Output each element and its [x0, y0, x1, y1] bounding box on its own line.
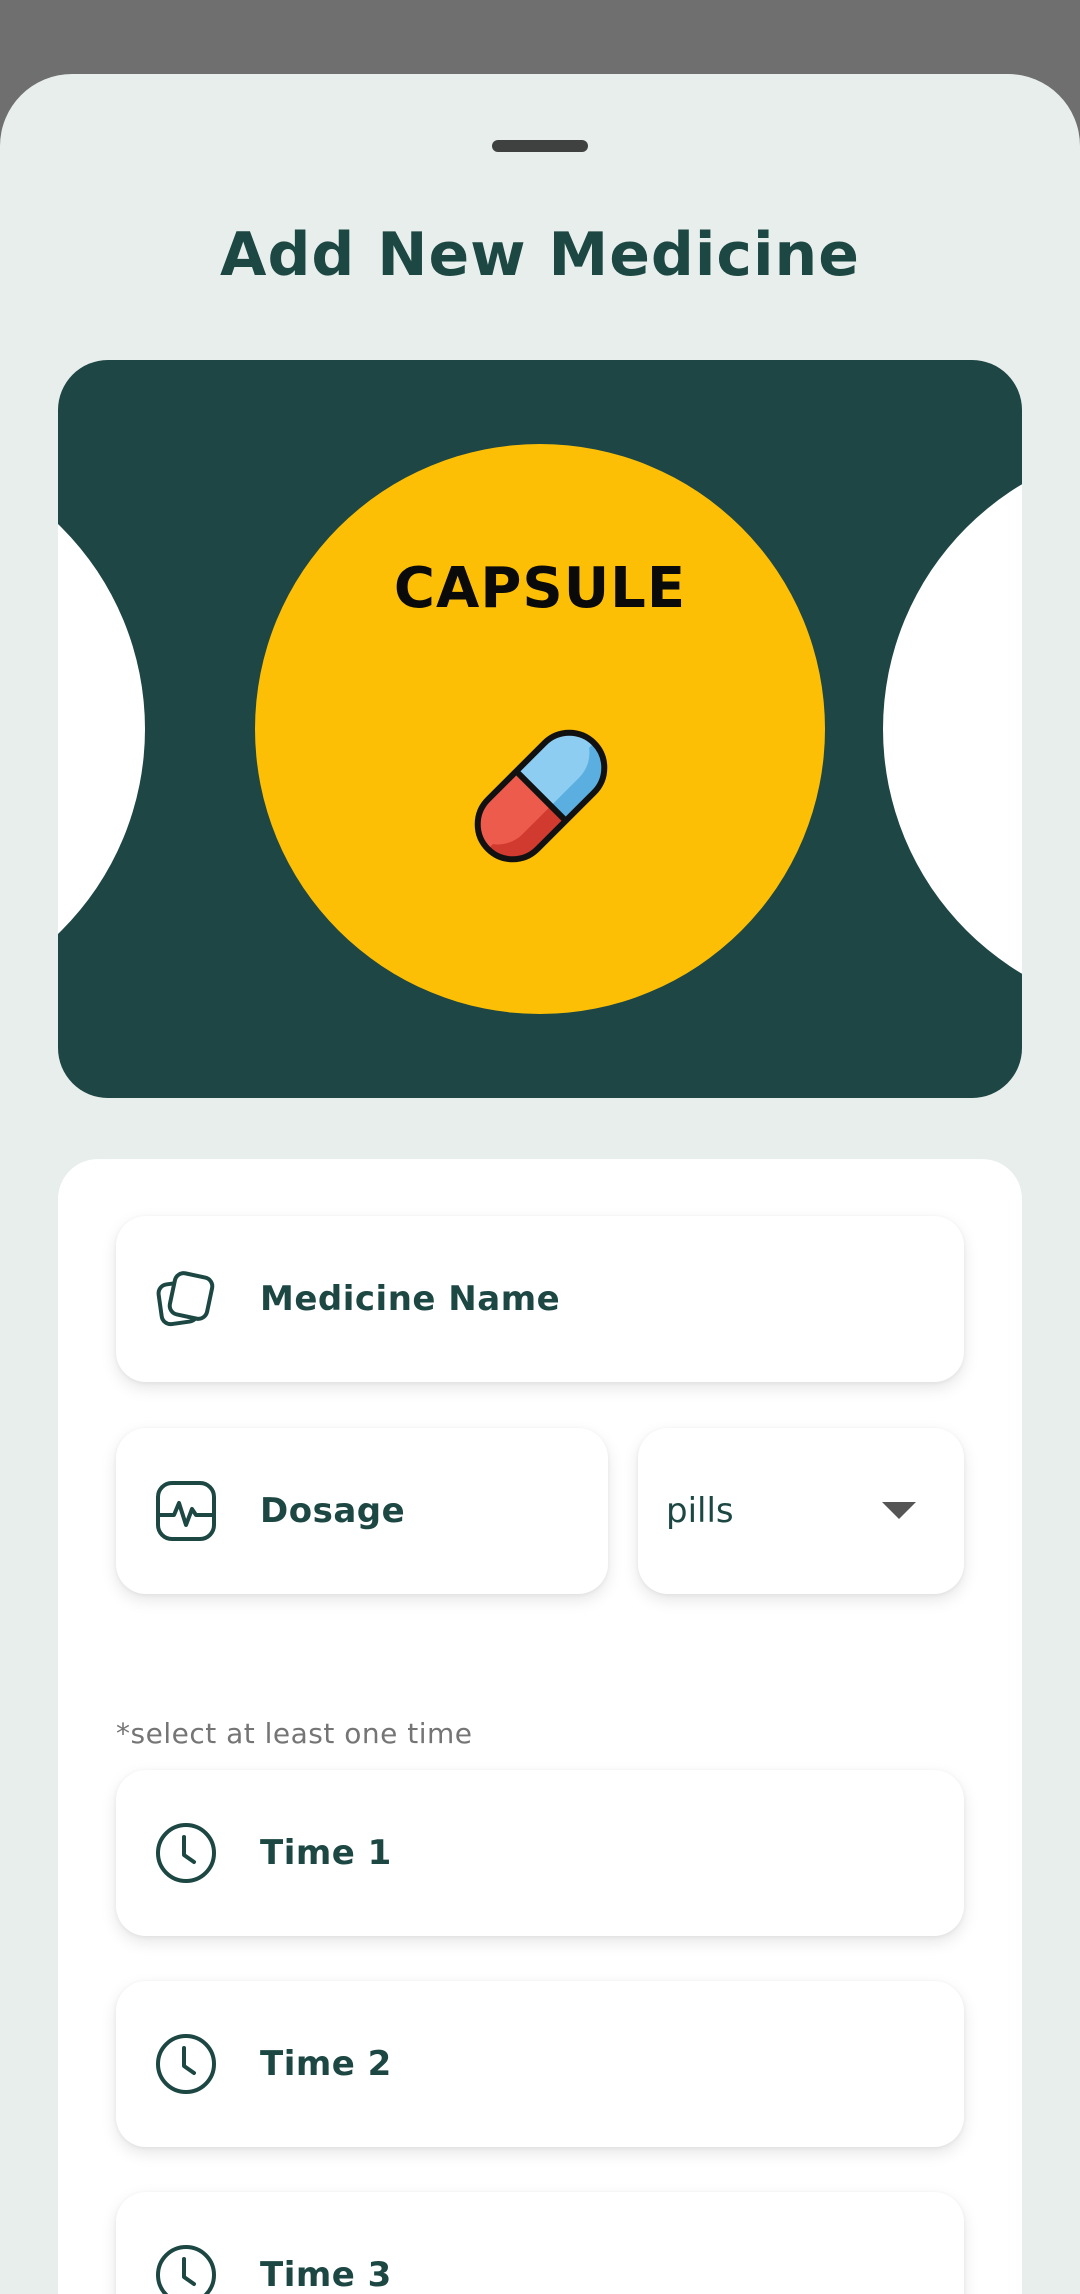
dosage-unit-dropdown[interactable]: pills	[638, 1428, 964, 1594]
previous-type-option[interactable]	[58, 444, 145, 1014]
time-3-field[interactable]: Time 3	[116, 2192, 964, 2294]
page-title: Add New Medicine	[220, 220, 860, 290]
time-hint: *select at least one time	[116, 1717, 473, 1750]
time-2-field[interactable]: Time 2	[116, 1981, 964, 2147]
medicine-name-label: Medicine Name	[260, 1279, 561, 1319]
dosage-label: Dosage	[260, 1491, 406, 1531]
dosage-field[interactable]: Dosage	[116, 1428, 608, 1594]
clock-icon	[156, 2245, 216, 2294]
clock-icon	[156, 2034, 216, 2094]
drag-handle[interactable]	[492, 140, 588, 152]
time-3-label: Time 3	[260, 2255, 392, 2294]
clock-icon	[156, 1823, 216, 1883]
selected-type-label: CAPSULE	[393, 556, 687, 621]
bottom-sheet: Add New Medicine CAPSULE Medicine Name D…	[0, 74, 1080, 2294]
chevron-down-icon	[882, 1502, 916, 1519]
medicine-name-icon	[156, 1271, 215, 1327]
time-2-label: Time 2	[260, 2044, 392, 2084]
activity-icon	[156, 1481, 216, 1541]
time-1-label: Time 1	[260, 1833, 392, 1873]
next-type-option[interactable]	[883, 444, 1022, 1014]
capsule-icon	[474, 729, 608, 863]
selected-type-option[interactable]: CAPSULE	[255, 444, 825, 1014]
time-1-field[interactable]: Time 1	[116, 1770, 964, 1936]
dosage-unit-value: pills	[666, 1491, 734, 1531]
medicine-name-field[interactable]: Medicine Name	[116, 1216, 964, 1382]
medicine-type-carousel[interactable]: CAPSULE	[58, 360, 1022, 1098]
